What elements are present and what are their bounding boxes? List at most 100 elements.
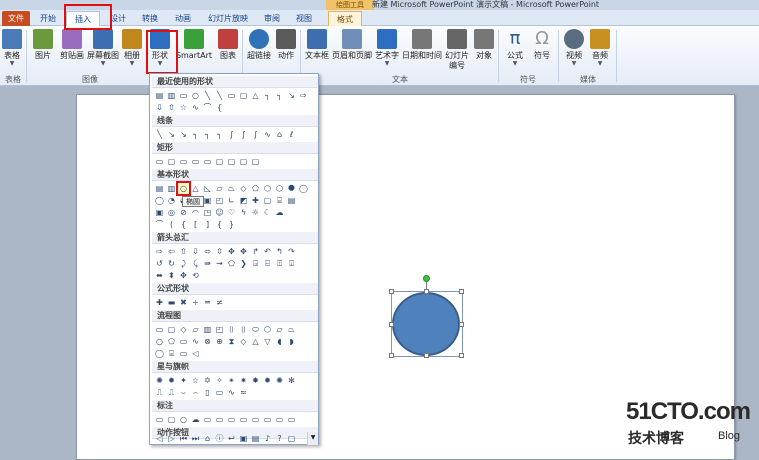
resize-handle-sw[interactable]: [389, 353, 394, 358]
line-shape-icon[interactable]: ╲: [202, 90, 213, 101]
gallery-scroll-down[interactable]: ▼: [307, 432, 318, 445]
donut-shape-icon[interactable]: ◎: [166, 207, 177, 218]
curved-arrow-shape-icon[interactable]: ↷: [286, 246, 297, 257]
bracket-pair-shape-icon[interactable]: (: [166, 219, 177, 230]
curved-ribbon-shape-icon[interactable]: ⌣: [178, 387, 189, 398]
line-callout-shape-icon[interactable]: ▭: [238, 414, 249, 425]
star-5-shape-icon[interactable]: ☆: [190, 375, 201, 386]
stored-data-shape-icon[interactable]: ◖: [274, 336, 285, 347]
curve-connector-icon[interactable]: ∫: [238, 129, 249, 140]
direct-access-storage-shape-icon[interactable]: ▭: [178, 348, 189, 359]
rounded-rectangle-shape-icon[interactable]: ▢: [238, 90, 249, 101]
date-time-button[interactable]: 日期和时间: [402, 28, 442, 72]
callout-arrow-shape-icon[interactable]: ⬌: [154, 270, 165, 281]
sequential-access-storage-shape-icon[interactable]: ◯: [154, 348, 165, 359]
line-callout-shape-icon[interactable]: ▭: [214, 414, 225, 425]
star-32-shape-icon[interactable]: ✻: [286, 375, 297, 386]
slide-number-button[interactable]: 幻灯片 编号: [444, 28, 470, 72]
alternate-process-shape-icon[interactable]: ▢: [166, 324, 177, 335]
delay-shape-icon[interactable]: ◗: [286, 336, 297, 347]
arrow-shape-icon[interactable]: ⇧: [166, 102, 177, 113]
line-callout-shape-icon[interactable]: ▭: [274, 414, 285, 425]
brace-pair-shape-icon[interactable]: {: [178, 219, 189, 230]
line-shape-icon[interactable]: ╲: [214, 90, 225, 101]
ribbon-shape-icon[interactable]: ⎍: [166, 387, 177, 398]
tab-review[interactable]: 审阅: [258, 11, 286, 26]
table-button[interactable]: 表格 ▼: [0, 28, 24, 72]
pie-shape-icon[interactable]: ◔: [166, 195, 177, 206]
line-callout-shape-icon[interactable]: ▭: [262, 414, 273, 425]
preparation-shape-icon[interactable]: ⬡: [262, 324, 273, 335]
video-button[interactable]: 视频 ▼: [562, 28, 586, 72]
left-right-arrow-shape-icon[interactable]: ⬄: [202, 246, 213, 257]
parallelogram-shape-icon[interactable]: ▱: [214, 183, 225, 194]
lightning-shape-icon[interactable]: ϟ: [238, 207, 249, 218]
multiply-shape-icon[interactable]: ✖: [178, 297, 189, 308]
left-bracket-shape-icon[interactable]: [: [190, 219, 201, 230]
resize-handle-ne[interactable]: [459, 289, 464, 294]
hexagon-shape-icon[interactable]: ⬡: [262, 183, 273, 194]
star-8-shape-icon[interactable]: ✴: [226, 375, 237, 386]
card-shape-icon[interactable]: ▭: [178, 336, 189, 347]
terminator-shape-icon[interactable]: ⬭: [250, 324, 261, 335]
tab-transitions[interactable]: 转换: [136, 11, 164, 26]
curve-connector-icon[interactable]: ∫: [226, 129, 237, 140]
chart-button[interactable]: 图表: [216, 28, 240, 72]
triangle-shape-icon[interactable]: △: [250, 90, 261, 101]
diagonal-stripe-shape-icon[interactable]: ◩: [238, 195, 249, 206]
textbox-shape-icon[interactable]: ▤: [154, 183, 165, 194]
resize-handle-n[interactable]: [424, 289, 429, 294]
resize-handle-w[interactable]: [389, 322, 394, 327]
callout-arrow-shape-icon[interactable]: ⍈: [250, 258, 261, 269]
left-arrow-shape-icon[interactable]: ⇦: [166, 246, 177, 257]
multidocument-shape-icon[interactable]: ⌷: [238, 324, 249, 335]
document-button-icon[interactable]: ▤: [250, 433, 261, 444]
decagon-shape-icon[interactable]: ◯: [298, 183, 309, 194]
process-shape-icon[interactable]: ▭: [154, 324, 165, 335]
elbow-connector-icon[interactable]: ┐: [262, 90, 273, 101]
scribble-shape-icon[interactable]: ℓ: [286, 129, 297, 140]
home-button-icon[interactable]: ⌂: [202, 433, 213, 444]
sound-button-icon[interactable]: ♪: [262, 433, 273, 444]
scroll-shape-icon[interactable]: ▭: [214, 387, 225, 398]
action-button[interactable]: 动作: [274, 28, 298, 72]
quad-arrow-shape-icon[interactable]: ✥: [238, 246, 249, 257]
resize-handle-nw[interactable]: [389, 289, 394, 294]
round-rectangle-shape-icon[interactable]: ▢: [226, 156, 237, 167]
double-wave-shape-icon[interactable]: ≈: [238, 387, 249, 398]
curved-arrow-shape-icon[interactable]: ⤹: [190, 258, 201, 269]
textbox-shape-icon[interactable]: ▥: [166, 183, 177, 194]
heart-shape-icon[interactable]: ♡: [226, 207, 237, 218]
divide-shape-icon[interactable]: ÷: [190, 297, 201, 308]
snip-rectangle-shape-icon[interactable]: ▭: [178, 156, 189, 167]
photo-album-button[interactable]: 相册 ▼: [120, 28, 144, 72]
resize-handle-se[interactable]: [459, 353, 464, 358]
elbow-connector-icon[interactable]: ┐: [214, 129, 225, 140]
data-shape-icon[interactable]: ▱: [190, 324, 201, 335]
cloud-callout-shape-icon[interactable]: ☁: [190, 414, 201, 425]
oval-shape-icon[interactable]: ○: [176, 181, 191, 196]
display-shape-icon[interactable]: ◁: [190, 348, 201, 359]
callout-arrow-shape-icon[interactable]: ⍐: [274, 258, 285, 269]
forward-button-icon[interactable]: ▷: [166, 433, 177, 444]
u-turn-arrow-shape-icon[interactable]: ↶: [262, 246, 273, 257]
merge-shape-icon[interactable]: ▽: [262, 336, 273, 347]
extract-shape-icon[interactable]: △: [250, 336, 261, 347]
rotation-handle[interactable]: [423, 275, 430, 282]
arrow-shape-icon[interactable]: ⇩: [154, 102, 165, 113]
rectangle-shape-icon[interactable]: ▭: [154, 156, 165, 167]
star-24-shape-icon[interactable]: ✺: [274, 375, 285, 386]
sort-shape-icon[interactable]: ◇: [238, 336, 249, 347]
elbow-connector-icon[interactable]: ┐: [202, 129, 213, 140]
summing-junction-shape-icon[interactable]: ⊗: [202, 336, 213, 347]
chevron-shape-icon[interactable]: ❯: [238, 258, 249, 269]
tab-home[interactable]: 开始: [34, 11, 62, 26]
right-brace-shape-icon[interactable]: }: [226, 219, 237, 230]
circular-arrow-shape-icon[interactable]: ⟲: [190, 270, 201, 281]
textbox-shape-icon[interactable]: ▤: [154, 90, 165, 101]
picture-button[interactable]: 图片: [30, 28, 56, 72]
pentagon-arrow-shape-icon[interactable]: ⬠: [226, 258, 237, 269]
custom-button-icon[interactable]: ▢: [286, 433, 297, 444]
block-arc-shape-icon[interactable]: ◠: [190, 207, 201, 218]
smartart-button[interactable]: SmartArt: [174, 28, 214, 72]
